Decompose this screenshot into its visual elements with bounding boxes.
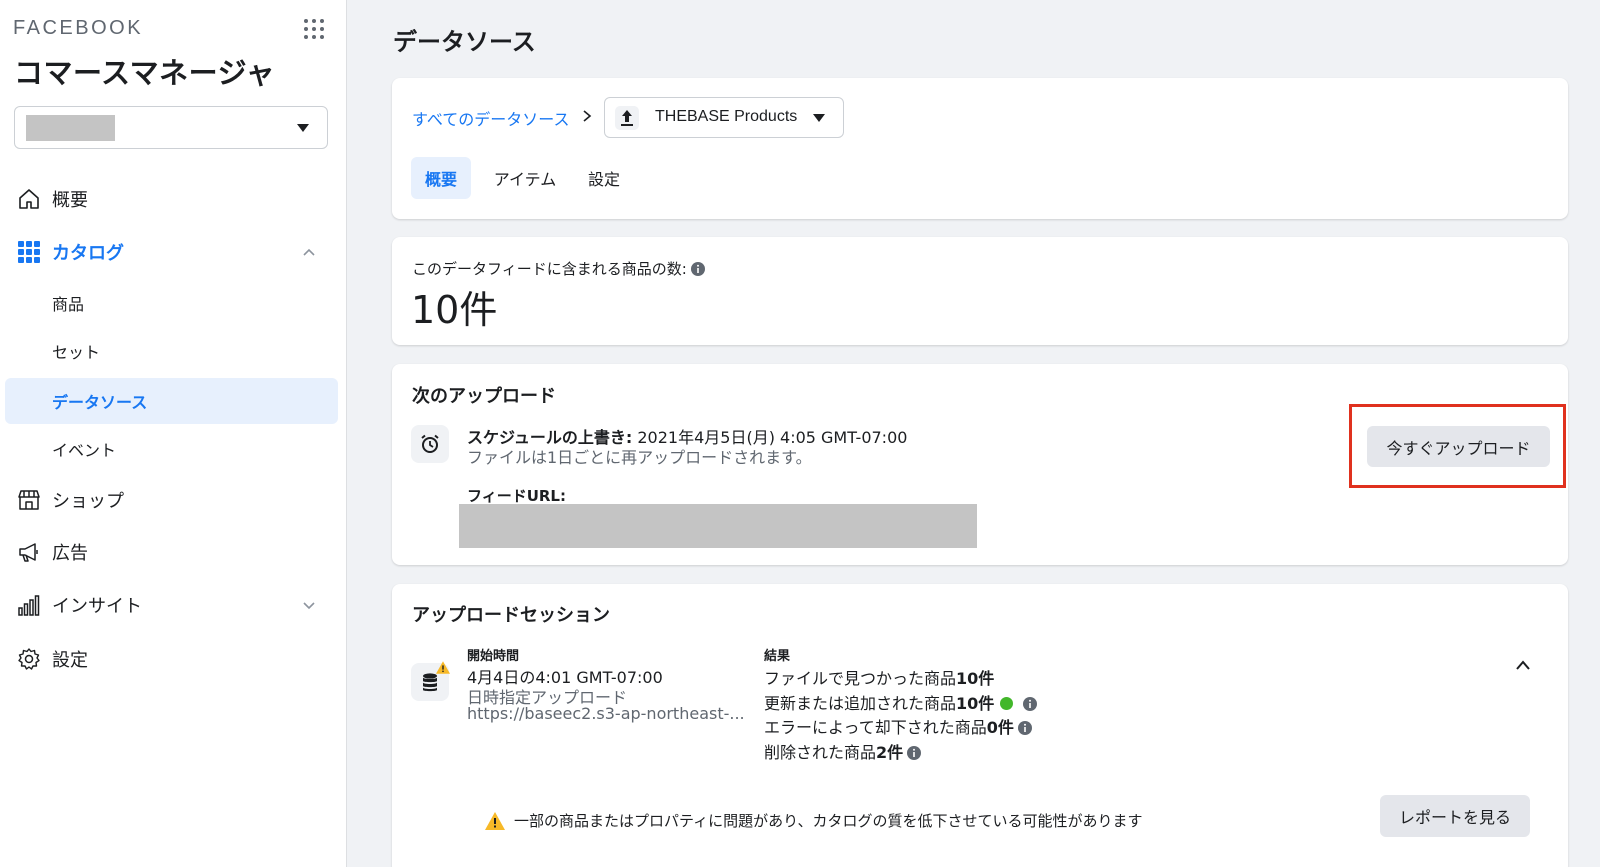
nav-products[interactable]: 商品 [5,280,338,326]
feed-count-card: このデータフィードに含まれる商品の数: 10件 [392,237,1568,345]
success-dot-icon [1000,697,1014,710]
nav-sets[interactable]: セット [5,328,338,374]
result-found: ファイルで見つかった商品10件 [764,665,994,689]
feed-url-label: フィードURL: [467,487,566,505]
tab-items[interactable]: アイテム [485,157,565,199]
result-found-count: 10件 [956,669,995,688]
nav-insights[interactable]: インサイト [5,582,338,628]
result-rejected: エラーによって却下された商品0件 [764,714,1032,738]
sidebar: FACEBOOK コマースマネージャ 概要 カタログ 商品 セット データソース… [0,0,347,867]
nav-overview[interactable]: 概要 [5,176,338,222]
start-time-heading: 開始時間 [467,649,520,664]
data-source-name: THEBASE Products [655,108,798,125]
feed-count-value: 10件 [411,288,498,332]
catalog-grid-icon [18,241,40,263]
breadcrumb-all-sources-link[interactable]: すべてのデータソース [412,106,569,130]
nav-events[interactable]: イベント [5,426,338,472]
storefront-icon [18,490,40,510]
warning-badge-icon [436,661,450,674]
nav-events-label: イベント [52,441,117,460]
nav-settings[interactable]: 設定 [5,636,338,682]
upload-sessions-card: アップロードセッション 開始時間 4月4日の4:01 GMT-07:00 日時指… [392,584,1568,867]
result-updated-count: 10件 [956,694,995,713]
result-deleted-count: 2件 [876,743,904,762]
nav-ads-label: 広告 [52,543,88,564]
chevron-up-icon[interactable] [302,245,316,259]
nav-sets-label: セット [52,343,101,362]
alarm-clock-icon [411,425,449,463]
nav-overview-label: 概要 [52,190,88,211]
chevron-up-icon[interactable] [1515,659,1531,671]
next-upload-title: 次のアップロード [412,386,556,407]
session-source-url: https://baseec2.s3-ap-northeast-... [467,704,745,723]
nav-shop-label: ショップ [52,491,124,512]
upload-now-button[interactable]: 今すぐアップロード [1367,426,1550,467]
brand-logo: FACEBOOK [13,17,144,39]
app-title: コマースマネージャ [14,56,276,90]
feed-count-label-text: このデータフィードに含まれる商品の数: [412,260,687,278]
data-source-selector[interactable]: THEBASE Products [604,97,844,138]
bar-chart-icon [18,595,40,616]
result-deleted-text: 削除された商品 [764,743,877,762]
redacted-account-name [26,115,115,141]
caret-down-icon [813,114,825,122]
gear-icon [18,648,40,670]
apps-grid-icon[interactable] [302,17,326,41]
info-icon[interactable] [1017,721,1032,735]
nav-ads[interactable]: 広告 [5,529,338,575]
nav-insights-label: インサイト [52,596,142,617]
nav-products-label: 商品 [52,295,85,314]
view-report-button[interactable]: レポートを見る [1380,795,1530,837]
warning-icon [485,812,505,830]
page-title: データソース [393,28,536,56]
redacted-feed-url [459,504,977,548]
result-rejected-count: 0件 [986,718,1014,737]
upload-sessions-title: アップロードセッション [412,605,610,626]
nav-catalog[interactable]: カタログ [5,229,338,275]
result-heading: 結果 [764,649,791,664]
result-updated-text: 更新または追加された商品 [764,694,957,713]
nav-data-sources-label: データソース [52,393,148,412]
tab-settings[interactable]: 設定 [579,157,629,199]
info-icon[interactable] [907,746,922,760]
feed-count-label: このデータフィードに含まれる商品の数: [412,258,705,279]
result-rejected-text: エラーによって却下された商品 [764,718,987,737]
account-selector[interactable] [14,106,328,149]
caret-down-icon [297,124,309,132]
next-upload-card: 次のアップロード スケジュールの上書き: 2021年4月5日(月) 4:05 G… [392,364,1568,565]
info-icon[interactable] [690,262,705,276]
schedule-note: ファイルは1日ごとに再アップロードされます。 [467,448,812,467]
chevron-down-icon[interactable] [302,598,316,612]
source-header-card: すべてのデータソース THEBASE Products 概要 アイテム 設定 [392,78,1568,219]
quality-warning-text: 一部の商品またはプロパティに問題があり、カタログの質を低下させている可能性があり… [514,812,1143,830]
nav-shop[interactable]: ショップ [5,477,338,523]
tab-overview[interactable]: 概要 [411,157,471,199]
megaphone-icon [19,543,38,562]
chevron-right-icon [583,110,592,122]
result-deleted: 削除された商品2件 [764,739,922,763]
nav-data-sources[interactable]: データソース [5,378,338,424]
result-found-text: ファイルで見つかった商品 [764,669,957,688]
upload-icon [615,106,639,130]
result-updated: 更新または追加された商品10件 [764,690,1038,714]
nav-catalog-label: カタログ [52,243,124,264]
info-icon[interactable] [1023,697,1038,711]
home-icon [19,189,39,209]
nav-settings-label: 設定 [52,650,88,671]
